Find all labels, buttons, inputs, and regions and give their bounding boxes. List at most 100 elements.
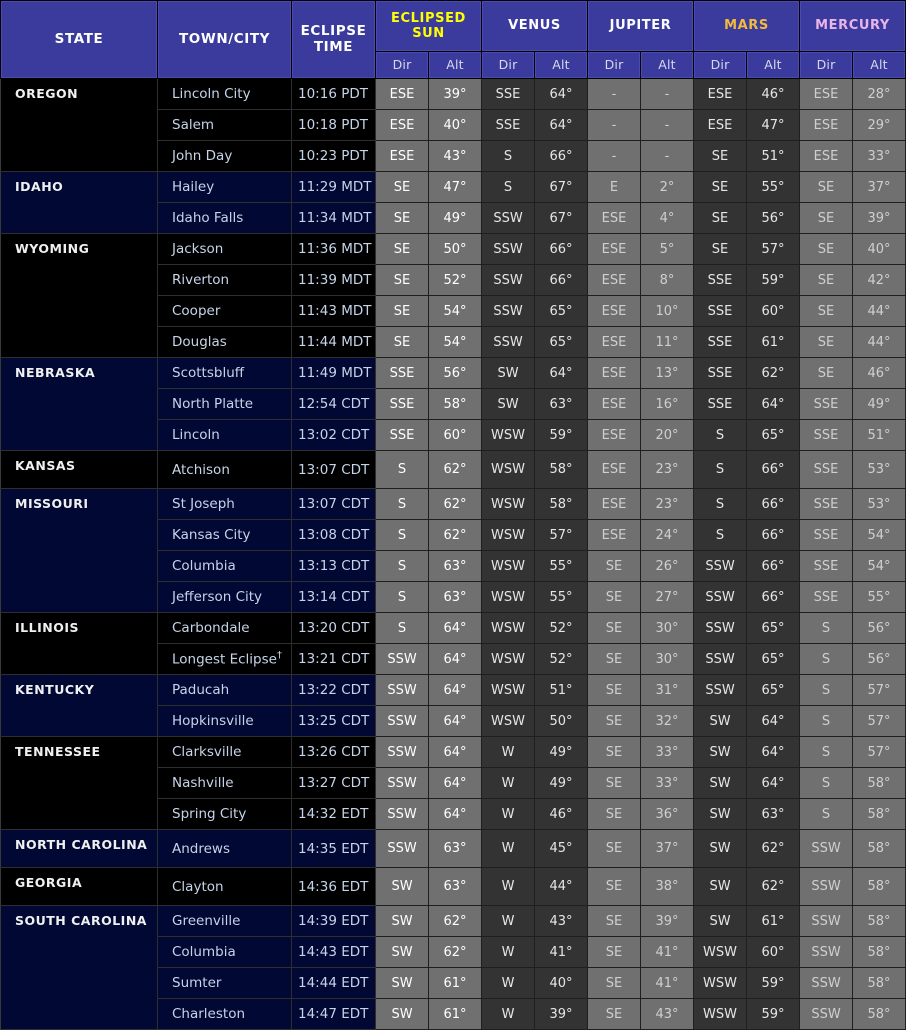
jupiter-alt-cell: 2° xyxy=(640,171,694,203)
mars-alt-cell: 51° xyxy=(746,140,800,172)
town-name-cell: Atchison xyxy=(157,450,292,489)
jupiter-dir-cell: ESE xyxy=(587,450,641,489)
mars-alt-cell: 66° xyxy=(746,519,800,551)
sun-dir-cell: S xyxy=(375,581,429,613)
mars-alt-cell: 59° xyxy=(746,264,800,296)
jupiter-alt-cell: 5° xyxy=(640,233,694,265)
mars-dir-cell: WSW xyxy=(693,998,747,1030)
sun-dir-cell: SE xyxy=(375,233,429,265)
jupiter-dir-cell: SE xyxy=(587,612,641,644)
sun-alt-cell: 39° xyxy=(428,78,482,110)
venus-dir-cell: SSW xyxy=(481,264,535,296)
jupiter-dir-cell: ESE xyxy=(587,419,641,451)
venus-alt-cell: 45° xyxy=(534,829,588,868)
mercury-dir-cell: S xyxy=(799,643,853,675)
mars-alt-cell: 57° xyxy=(746,233,800,265)
mars-alt-cell: 66° xyxy=(746,581,800,613)
mars-dir-cell: SE xyxy=(693,140,747,172)
mars-dir-cell: SSW xyxy=(693,550,747,582)
venus-alt-cell: 58° xyxy=(534,488,588,520)
state-name-cell: SOUTH CAROLINA xyxy=(0,905,158,1030)
table-row: GEORGIA Clayton 14:36 EDT SW 63° W 44° SE 38° SW 6… xyxy=(0,867,906,906)
table-row: ILLINOIS Carbondale 13:20 CDT S 64° WSW 52° SE 3… xyxy=(0,612,906,675)
sun-dir-cell: SW xyxy=(375,936,429,968)
mercury-alt-cell: 54° xyxy=(852,519,906,551)
sun-dir-cell: SE xyxy=(375,264,429,296)
venus-dir-cell: SSW xyxy=(481,295,535,327)
mars-alt-cell: 56° xyxy=(746,202,800,234)
venus-alt-cell: 46° xyxy=(534,798,588,830)
mercury-alt-cell: 46° xyxy=(852,357,906,389)
header-sub-jupiter-dir: Dir xyxy=(587,51,641,79)
town-name-cell: Lincoln xyxy=(157,419,292,451)
sun-alt-cell: 64° xyxy=(428,674,482,706)
sun-dir-cell: SE xyxy=(375,202,429,234)
mercury-alt-cell: 57° xyxy=(852,736,906,768)
header-group-eclipsed-sun: ECLIPSED SUN xyxy=(375,0,482,52)
sun-alt-cell: 50° xyxy=(428,233,482,265)
sun-alt-cell: 62° xyxy=(428,936,482,968)
mercury-alt-cell: 53° xyxy=(852,450,906,489)
sun-alt-cell: 63° xyxy=(428,581,482,613)
table-row: NEBRASKA Scottsbluff 11:49 MDT SSE 56° SW 64° E… xyxy=(0,357,906,451)
header-sub-venus-dir: Dir xyxy=(481,51,535,79)
mars-dir-cell: SW xyxy=(693,798,747,830)
sun-alt-cell: 56° xyxy=(428,357,482,389)
venus-alt-cell: 52° xyxy=(534,643,588,675)
table-row: KANSAS Atchison 13:07 CDT S 62° WSW 58° ESE 23° S… xyxy=(0,450,906,489)
mars-alt-cell: 59° xyxy=(746,967,800,999)
mars-dir-cell: S xyxy=(693,450,747,489)
venus-dir-cell: WSW xyxy=(481,488,535,520)
jupiter-alt-cell: 23° xyxy=(640,488,694,520)
town-name-cell: Jefferson City xyxy=(157,581,292,613)
venus-dir-cell: W xyxy=(481,736,535,768)
jupiter-alt-cell: 41° xyxy=(640,967,694,999)
sun-alt-cell: 49° xyxy=(428,202,482,234)
sun-dir-cell: S xyxy=(375,519,429,551)
sun-dir-cell: SSW xyxy=(375,829,429,868)
header-group-eclipsed-sun-line1: ECLIPSED xyxy=(391,10,466,26)
mars-alt-cell: 63° xyxy=(746,798,800,830)
sun-dir-cell: SW xyxy=(375,967,429,999)
sun-dir-cell: SSE xyxy=(375,357,429,389)
sun-dir-cell: SSW xyxy=(375,767,429,799)
jupiter-alt-cell: 24° xyxy=(640,519,694,551)
eclipse-time-cell: 13:07 CDT xyxy=(291,488,376,520)
sun-alt-cell: 64° xyxy=(428,798,482,830)
state-name-cell: NEBRASKA xyxy=(0,357,158,451)
mercury-dir-cell: S xyxy=(799,705,853,737)
header-eclipse-time: ECLIPSE TIME xyxy=(291,0,376,79)
sun-dir-cell: S xyxy=(375,450,429,489)
venus-dir-cell: W xyxy=(481,798,535,830)
mercury-dir-cell: SSE xyxy=(799,388,853,420)
mercury-dir-cell: SE xyxy=(799,264,853,296)
state-name-cell: TENNESSEE xyxy=(0,736,158,830)
mercury-alt-cell: 58° xyxy=(852,905,906,937)
venus-dir-cell: SSE xyxy=(481,78,535,110)
town-name-cell: St Joseph xyxy=(157,488,292,520)
eclipse-time-cell: 13:27 CDT xyxy=(291,767,376,799)
eclipse-time-cell: 12:54 CDT xyxy=(291,388,376,420)
state-name-cell: KANSAS xyxy=(0,450,158,489)
venus-alt-cell: 52° xyxy=(534,612,588,644)
mercury-alt-cell: 44° xyxy=(852,326,906,358)
mars-dir-cell: SSE xyxy=(693,388,747,420)
venus-dir-cell: WSW xyxy=(481,419,535,451)
eclipse-time-cell: 10:18 PDT xyxy=(291,109,376,141)
jupiter-dir-cell: ESE xyxy=(587,233,641,265)
mars-dir-cell: SW xyxy=(693,705,747,737)
town-name-cell: Carbondale xyxy=(157,612,292,644)
sun-alt-cell: 63° xyxy=(428,829,482,868)
sun-dir-cell: SW xyxy=(375,867,429,906)
mercury-alt-cell: 53° xyxy=(852,488,906,520)
header-state: STATE xyxy=(0,0,158,79)
eclipse-time-cell: 14:35 EDT xyxy=(291,829,376,868)
mars-dir-cell: WSW xyxy=(693,936,747,968)
jupiter-dir-cell: ESE xyxy=(587,326,641,358)
town-name-cell: Nashville xyxy=(157,767,292,799)
venus-alt-cell: 49° xyxy=(534,736,588,768)
jupiter-dir-cell: ESE xyxy=(587,519,641,551)
mars-alt-cell: 65° xyxy=(746,612,800,644)
mars-alt-cell: 64° xyxy=(746,736,800,768)
header-sub-sun-dir: Dir xyxy=(375,51,429,79)
